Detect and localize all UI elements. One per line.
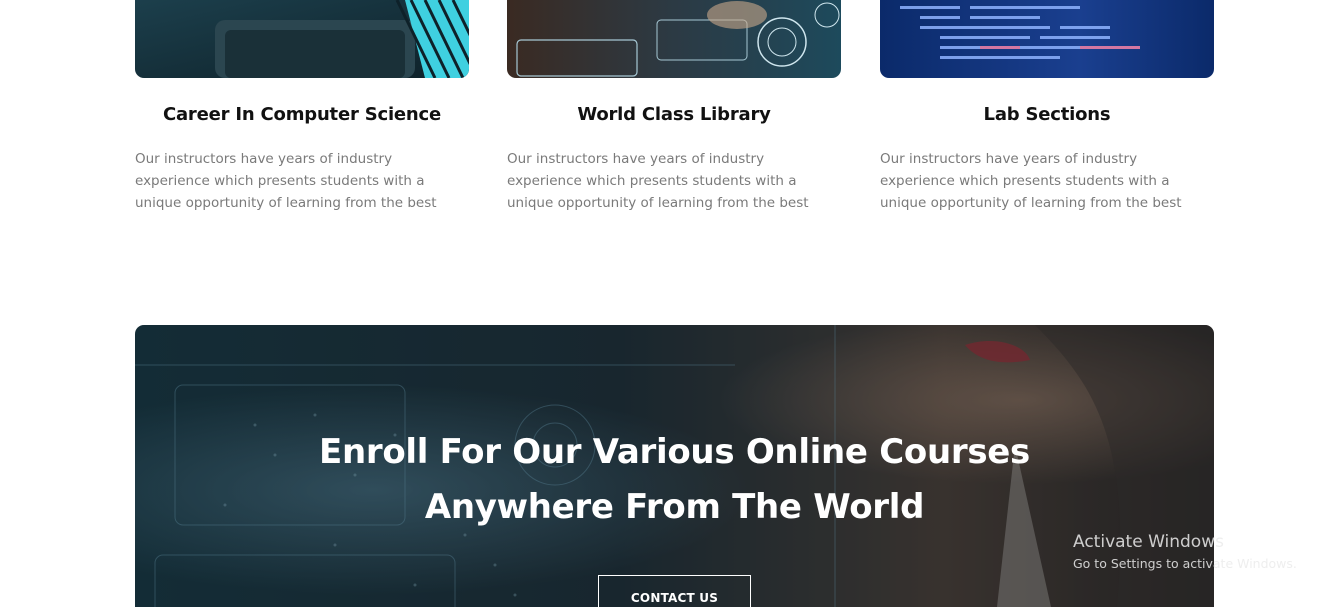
feature-card-library: World Class Library Our instructors have… — [507, 0, 841, 214]
feature-card-lab: Lab Sections Our instructors have years … — [880, 0, 1214, 214]
feature-card-career: Career In Computer Science Our instructo… — [135, 0, 469, 214]
contact-us-button[interactable]: CONTACT US — [598, 575, 751, 607]
banner-heading: Enroll For Our Various Online Courses An… — [135, 425, 1214, 535]
feature-title: Career In Computer Science — [162, 104, 442, 125]
banner-heading-line2: Anywhere From The World — [424, 487, 925, 527]
feature-description: Our instructors have years of industry e… — [880, 151, 1182, 211]
feature-title: World Class Library — [577, 104, 771, 125]
feature-image-library — [507, 0, 841, 78]
watermark-title: Activate Windows — [1073, 532, 1224, 552]
feature-title: Lab Sections — [983, 104, 1111, 125]
feature-description: Our instructors have years of industry e… — [507, 151, 809, 211]
activate-windows-watermark: Activate Windows Go to Settings to activ… — [1073, 531, 1297, 574]
watermark-subtitle: Go to Settings to activate Windows. — [1073, 556, 1297, 571]
enroll-banner: Enroll For Our Various Online Courses An… — [135, 325, 1214, 607]
feature-image-career — [135, 0, 469, 78]
feature-description: Our instructors have years of industry e… — [135, 151, 437, 211]
banner-heading-line1: Enroll For Our Various Online Courses — [319, 432, 1030, 472]
feature-image-lab — [880, 0, 1214, 78]
